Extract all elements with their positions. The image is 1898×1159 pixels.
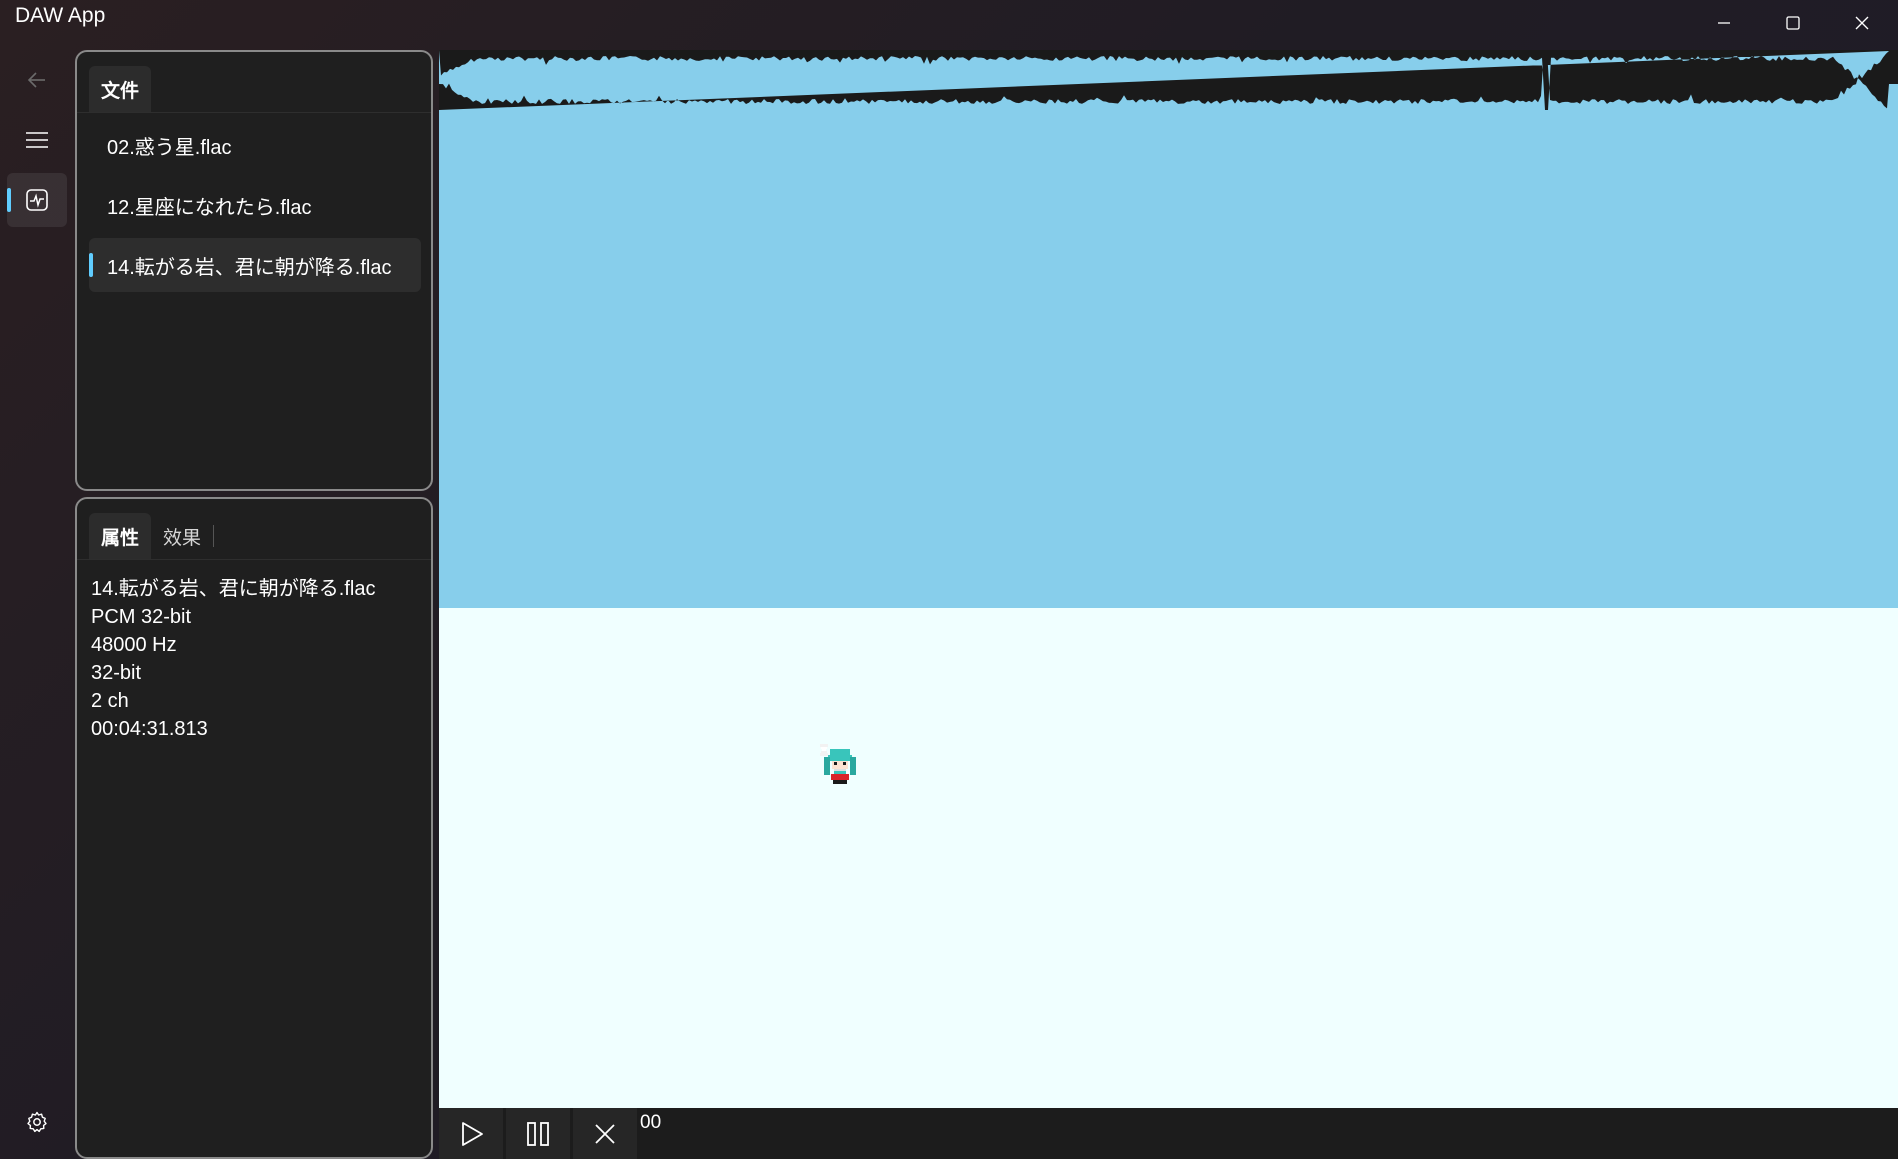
play-button[interactable] — [439, 1108, 503, 1159]
tab-files[interactable]: 文件 — [89, 66, 152, 112]
navigation-rail — [0, 46, 72, 1159]
divider — [77, 559, 431, 560]
title-bar: DAW App — [0, 0, 1898, 46]
back-button[interactable] — [7, 53, 67, 107]
nav-item-waveform[interactable] — [7, 173, 67, 227]
selection-indicator — [7, 188, 11, 212]
files-tabbar: 文件 — [89, 66, 152, 112]
selection-indicator — [89, 253, 93, 277]
stop-button[interactable] — [573, 1108, 637, 1159]
waveform-page-icon — [26, 189, 48, 211]
maximize-icon — [1786, 16, 1800, 30]
maximize-button[interactable] — [1759, 0, 1827, 46]
tab-effects[interactable]: 效果 — [151, 513, 213, 559]
file-name: 02.惑う星.flac — [107, 136, 232, 159]
waveform-view[interactable] — [439, 50, 1898, 608]
pause-button[interactable] — [506, 1108, 570, 1159]
minimize-button[interactable] — [1690, 0, 1758, 46]
transport-bar: 00 — [439, 1108, 1898, 1159]
properties-tabbar: 属性 效果 — [89, 513, 215, 559]
visualizer-canvas[interactable] — [439, 608, 1898, 1108]
property-channels: 2 ch — [91, 690, 129, 712]
property-sample-rate: 48000 Hz — [91, 634, 177, 656]
settings-button[interactable] — [7, 1095, 67, 1149]
minimize-icon — [1718, 22, 1730, 24]
file-list-item[interactable]: 02.惑う星.flac — [89, 118, 421, 172]
file-name: 12.星座になれたら.flac — [107, 196, 312, 219]
pause-icon — [527, 1121, 549, 1146]
settings-icon — [27, 1111, 47, 1133]
waveform-background — [439, 50, 1898, 608]
property-duration: 00:04:31.813 — [91, 718, 208, 740]
time-display: 00 — [640, 1112, 662, 1133]
files-panel: 文件 02.惑う星.flac 12.星座になれたら.flac 14.転がる岩、君… — [75, 50, 433, 491]
file-name: 14.転がる岩、君に朝が降る.flac — [107, 256, 392, 279]
back-icon — [27, 72, 45, 88]
properties-panel: 属性 效果 14.転がる岩、君に朝が降る.flac PCM 32-bit 480… — [75, 497, 433, 1159]
menu-button[interactable] — [7, 113, 67, 167]
file-list-item[interactable]: 12.星座になれたら.flac — [89, 178, 421, 232]
close-button[interactable] — [1828, 0, 1896, 46]
divider — [77, 112, 431, 113]
property-filename: 14.転がる岩、君に朝が降る.flac — [91, 578, 376, 600]
stop-icon — [595, 1123, 615, 1144]
property-bit-depth: 32-bit — [91, 662, 142, 684]
properties-list: 14.転がる岩、君に朝が降る.flac PCM 32-bit 48000 Hz … — [91, 575, 375, 743]
app-title: DAW App — [15, 4, 106, 27]
play-icon — [462, 1121, 483, 1146]
file-list-item-selected[interactable]: 14.転がる岩、君に朝が降る.flac — [89, 238, 421, 292]
tab-separator — [213, 525, 215, 547]
property-format: PCM 32-bit — [91, 606, 192, 628]
file-list: 02.惑う星.flac 12.星座になれたら.flac 14.転がる岩、君に朝が… — [89, 118, 421, 298]
tab-properties[interactable]: 属性 — [89, 513, 152, 559]
character-sprite — [820, 744, 856, 784]
menu-icon — [26, 132, 48, 148]
close-icon — [1855, 16, 1869, 30]
